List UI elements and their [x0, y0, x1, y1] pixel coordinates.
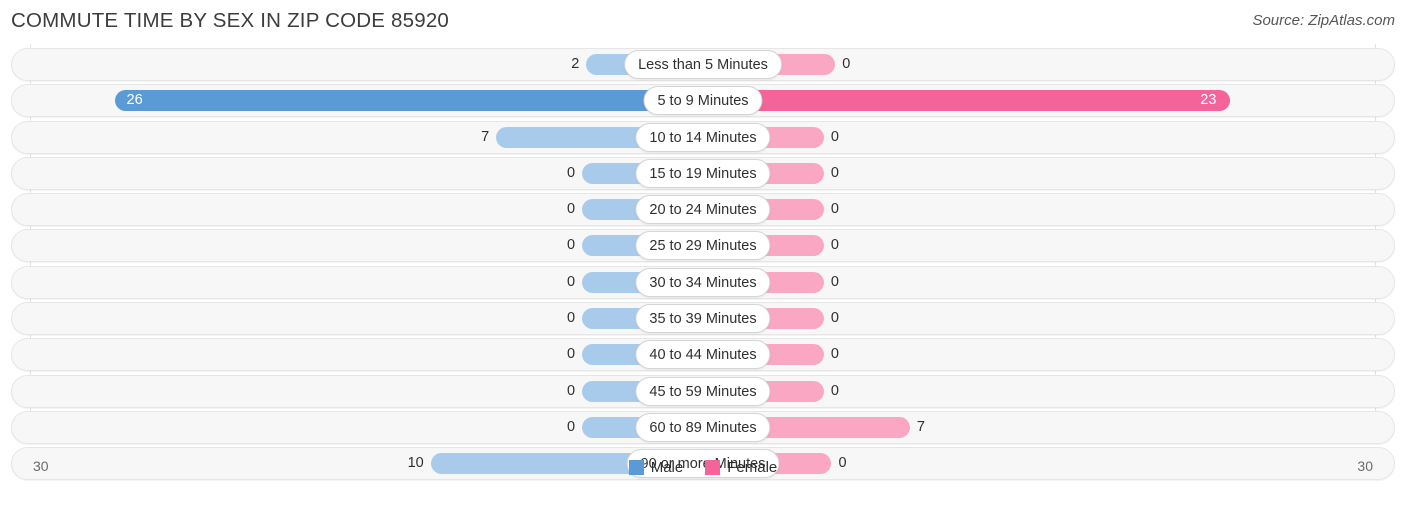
chart-row: 7 0 10 to 14 Minutes — [0, 120, 1406, 154]
value-label-male: 0 — [567, 310, 576, 327]
value-label-female: 7 — [916, 418, 925, 435]
value-label-male: 2 — [571, 56, 580, 72]
category-label: 45 to 59 Minutes — [635, 376, 771, 406]
chart-row: 0 0 20 to 24 Minutes — [0, 193, 1406, 227]
chart-legend: Male Female — [0, 459, 1406, 476]
chart-row: 0 0 35 to 39 Minutes — [0, 302, 1406, 336]
value-label-male: 0 — [567, 164, 576, 181]
value-label-male: 0 — [567, 382, 576, 399]
value-label-female: 0 — [830, 164, 839, 181]
chart-row: 0 0 25 to 29 Minutes — [0, 229, 1406, 263]
category-label: Less than 5 Minutes — [624, 50, 782, 79]
value-label-female: 0 — [830, 310, 839, 327]
source-attribution: Source: ZipAtlas.com — [1252, 12, 1395, 29]
value-label-female: 0 — [830, 128, 839, 145]
category-label: 25 to 29 Minutes — [635, 231, 771, 261]
value-label-male: 0 — [567, 346, 576, 363]
chart-plot-area: 2 0 Less than 5 Minutes 26 23 5 to 9 Minutes 7… — [0, 44, 1406, 484]
bar-male[interactable] — [114, 90, 703, 112]
chart-row: 26 23 5 to 9 Minutes — [0, 84, 1406, 118]
value-label-male: 0 — [567, 273, 576, 290]
category-label: 20 to 24 Minutes — [635, 195, 771, 225]
category-label: 5 to 9 Minutes — [643, 86, 763, 116]
chart-row: 0 0 15 to 19 Minutes — [0, 156, 1406, 190]
category-label: 40 to 44 Minutes — [635, 340, 771, 370]
value-label-male: 0 — [567, 418, 576, 435]
value-label-female: 0 — [842, 56, 851, 72]
category-label: 10 to 14 Minutes — [635, 122, 771, 152]
category-label: 60 to 89 Minutes — [635, 412, 771, 442]
legend-label-male: Male — [650, 459, 684, 476]
legend-item-female[interactable]: Female — [705, 459, 777, 476]
value-label-female: 0 — [830, 382, 839, 399]
value-label-male: 26 — [126, 92, 143, 109]
bar-female[interactable] — [703, 90, 1231, 112]
value-label-female: 0 — [830, 201, 839, 218]
chart-row: 0 0 40 to 44 Minutes — [0, 338, 1406, 372]
chart-row: 0 7 60 to 89 Minutes — [0, 410, 1406, 444]
chart-row: 0 0 45 to 59 Minutes — [0, 374, 1406, 408]
chart-header: COMMUTE TIME BY SEX IN ZIP CODE 85920 So… — [0, 0, 1406, 40]
value-label-female: 23 — [1200, 92, 1217, 109]
chart-row: 2 0 Less than 5 Minutes — [0, 48, 1406, 81]
value-label-female: 0 — [830, 346, 839, 363]
page-title: COMMUTE TIME BY SEX IN ZIP CODE 85920 — [11, 9, 450, 32]
value-label-male: 0 — [567, 201, 576, 218]
legend-swatch-male-icon — [628, 460, 644, 475]
value-label-male: 7 — [481, 128, 490, 145]
chart-row: 0 0 30 to 34 Minutes — [0, 265, 1406, 299]
legend-label-female: Female — [727, 459, 778, 476]
category-label: 15 to 19 Minutes — [635, 158, 771, 188]
category-label: 35 to 39 Minutes — [635, 304, 771, 334]
chart-rows: 2 0 Less than 5 Minutes 26 23 5 to 9 Minutes 7… — [0, 48, 1406, 484]
category-label: 30 to 34 Minutes — [635, 267, 771, 297]
value-label-male: 0 — [567, 237, 576, 254]
legend-item-male[interactable]: Male — [628, 459, 684, 476]
value-label-female: 0 — [830, 273, 839, 290]
legend-swatch-female-icon — [705, 460, 721, 475]
value-label-female: 0 — [830, 237, 839, 254]
